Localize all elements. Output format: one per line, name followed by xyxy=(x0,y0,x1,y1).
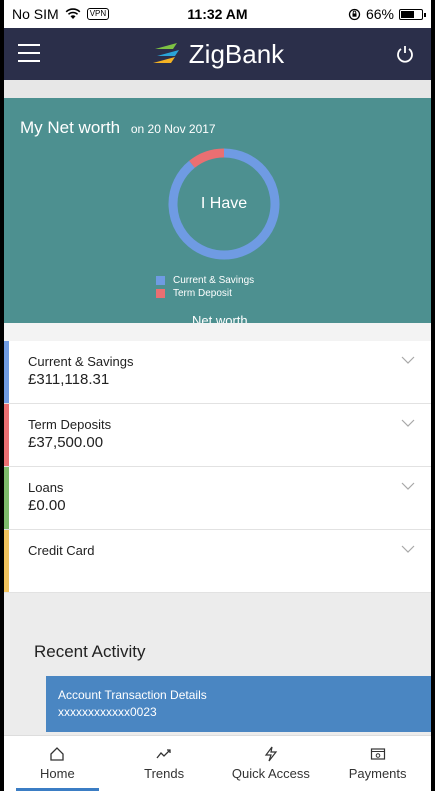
zigbank-logo-icon xyxy=(152,43,179,63)
account-name: Current & Savings xyxy=(28,354,134,369)
wifi-icon xyxy=(65,8,81,19)
net-worth-panel: My Net worth on 20 Nov 2017 I Have Curre… xyxy=(4,98,431,323)
account-color-bar xyxy=(4,404,9,466)
net-worth-heading: My Net worth xyxy=(20,118,121,137)
trends-icon xyxy=(156,749,171,759)
transaction-card-title: Account Transaction Details xyxy=(58,688,207,702)
account-row-term-deposits[interactable]: Term Deposits £37,500.00 xyxy=(4,404,431,467)
account-color-bar xyxy=(4,341,9,403)
tab-label: Quick Access xyxy=(231,766,310,781)
battery-fill xyxy=(401,10,415,18)
account-name: Term Deposits xyxy=(28,417,112,432)
legend-item-current-savings: Current & Savings xyxy=(156,274,254,287)
status-left: No SIM VPN xyxy=(12,6,110,22)
legend-label: Term Deposit xyxy=(173,288,232,299)
app-header: ZigBank xyxy=(4,28,431,80)
carrier-label: No SIM xyxy=(12,6,59,22)
legend-swatch xyxy=(156,289,165,298)
vpn-badge: VPN xyxy=(86,8,110,20)
account-row-current-savings[interactable]: Current & Savings £311,118.31 xyxy=(4,341,431,404)
chevron-down-icon[interactable] xyxy=(401,482,415,491)
payments-icon xyxy=(370,748,385,760)
tab-label: Home xyxy=(40,766,75,781)
status-bar: No SIM VPN 11:32 AM 66% xyxy=(4,0,431,28)
account-name: Credit Card xyxy=(28,543,95,558)
chevron-down-icon[interactable] xyxy=(401,356,415,365)
legend-label: Current & Savings xyxy=(173,275,255,286)
net-worth-cut-label: Net worth xyxy=(192,313,248,323)
net-worth-title: My Net worth on 20 Nov 2017 xyxy=(20,118,216,138)
lightning-icon xyxy=(264,746,278,762)
app-name: ZigBank xyxy=(188,38,285,69)
legend-swatch xyxy=(156,276,165,285)
account-transaction-card[interactable]: Account Transaction Details xxxxxxxxxxxx… xyxy=(46,676,431,732)
accounts-list: Current & Savings £311,118.31 Term Depos… xyxy=(4,341,431,593)
net-worth-date: on 20 Nov 2017 xyxy=(130,122,216,136)
bottom-tab-bar: Home Trends Quick Access Payments xyxy=(4,735,431,791)
account-color-bar xyxy=(4,530,9,592)
status-right: 66% xyxy=(348,6,426,22)
account-name: Loans xyxy=(28,480,64,495)
battery-icon xyxy=(399,8,426,20)
tab-trends[interactable]: Trends xyxy=(111,736,218,791)
orientation-lock-icon xyxy=(348,8,361,20)
header-divider-strip xyxy=(4,80,431,98)
donut-center-label: I Have xyxy=(200,195,248,212)
power-icon[interactable] xyxy=(395,44,415,64)
account-amount: £0.00 xyxy=(28,497,66,514)
account-row-credit-card[interactable]: Credit Card xyxy=(4,530,431,593)
transaction-card-account: xxxxxxxxxxxx0023 xyxy=(58,705,157,719)
account-row-loans[interactable]: Loans £0.00 xyxy=(4,467,431,530)
tab-quick-access[interactable]: Quick Access xyxy=(218,736,325,791)
home-icon xyxy=(50,747,65,761)
hamburger-icon[interactable] xyxy=(18,44,40,62)
brand: ZigBank xyxy=(151,39,284,70)
tab-label: Payments xyxy=(348,766,407,781)
chevron-down-icon[interactable] xyxy=(401,419,415,428)
account-color-bar xyxy=(4,467,9,529)
recent-activity-title: Recent Activity xyxy=(34,642,146,661)
legend-item-term-deposit: Term Deposit xyxy=(156,287,254,300)
phone-screen: No SIM VPN 11:32 AM 66% ZigBank My Net w… xyxy=(4,0,431,791)
account-amount: £37,500.00 xyxy=(28,434,104,451)
battery-percent: 66% xyxy=(365,6,394,22)
donut-legend: Current & Savings Term Deposit xyxy=(156,274,254,300)
account-amount: £311,118.31 xyxy=(28,371,110,388)
tab-payments[interactable]: Payments xyxy=(324,736,431,791)
tab-label: Trends xyxy=(144,766,185,781)
tab-home[interactable]: Home xyxy=(4,736,111,791)
chevron-down-icon[interactable] xyxy=(401,545,415,554)
